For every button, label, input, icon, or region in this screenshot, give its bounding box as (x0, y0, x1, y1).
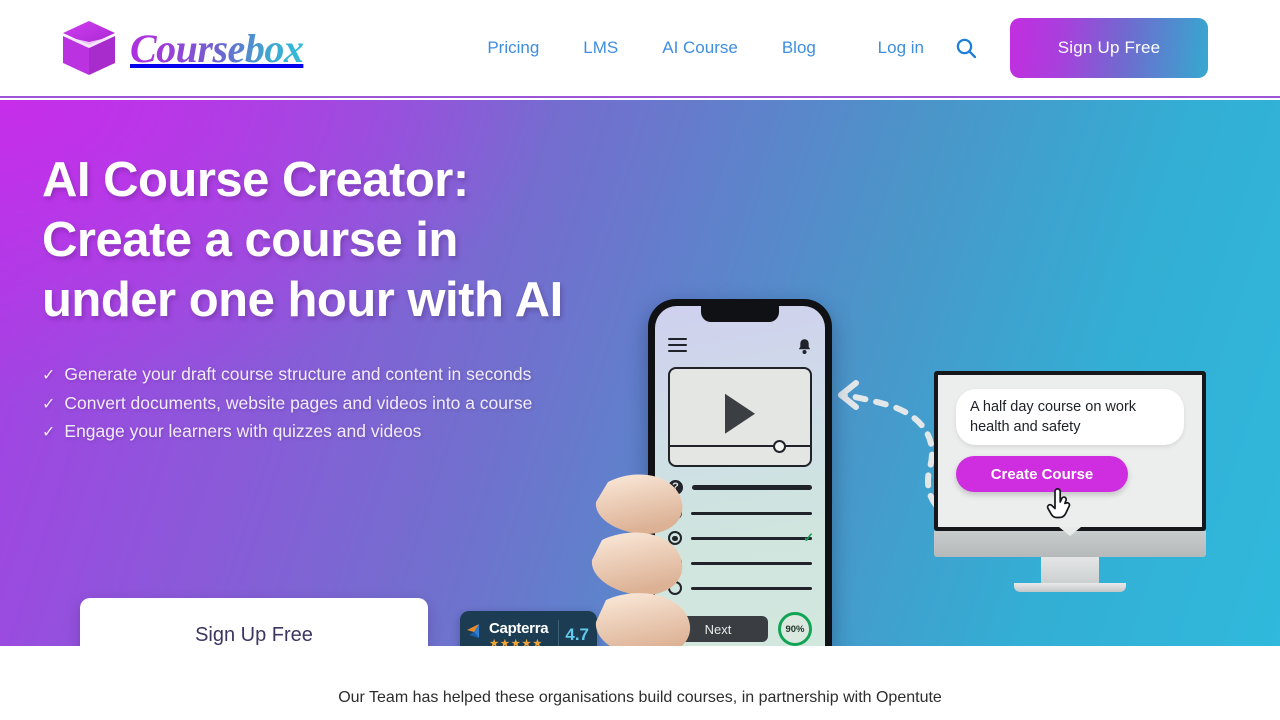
phone-notch (701, 306, 779, 322)
site-header: Coursebox Pricing LMS AI Course Blog Log… (0, 0, 1280, 98)
hero-copy: AI Course Creator: Create a course in un… (42, 150, 642, 447)
quiz-option-text-placeholder (691, 562, 812, 565)
nav-item-pricing[interactable]: Pricing (465, 38, 561, 58)
quiz-question-placeholder (692, 485, 812, 491)
radio-button-icon[interactable] (668, 556, 682, 571)
monitor-screen: A half day course on work health and saf… (934, 371, 1206, 531)
check-icon: ✓ (42, 367, 56, 384)
login-link[interactable]: Log in (856, 38, 946, 58)
capterra-rating-badge[interactable]: Capterra ★★★★★ 4.7 (460, 611, 597, 646)
phone-bottom-bar: Next 90% (668, 612, 812, 646)
radio-button-selected-icon[interactable] (668, 531, 682, 546)
capterra-logo-icon (467, 624, 479, 638)
create-course-button[interactable]: Create Course (956, 456, 1128, 492)
bell-notification-icon[interactable] (797, 338, 812, 355)
list-item: ✓ Convert documents, website pages and v… (42, 390, 642, 419)
hero-section: AI Course Creator: Create a course in un… (0, 100, 1280, 646)
check-icon: ✓ (42, 395, 56, 413)
monitor-stand-base (1014, 583, 1126, 592)
partners-strip: Our Team has helped these organisations … (0, 646, 1280, 720)
quiz-option-3[interactable] (668, 556, 812, 571)
header-actions: Log in Sign Up Free (856, 18, 1208, 78)
list-item-label: Generate your draft course structure and… (64, 364, 532, 384)
list-item: ✓ Generate your draft course structure a… (42, 361, 642, 390)
capterra-text-block: Capterra ★★★★★ (489, 621, 556, 647)
search-icon (956, 38, 977, 59)
quiz-option-1[interactable] (668, 506, 812, 521)
video-scrubber-track[interactable] (670, 444, 810, 448)
search-button[interactable] (946, 28, 986, 68)
check-icon: ✓ (42, 424, 56, 441)
star-rating-icon: ★★★★★ (489, 637, 544, 647)
nav-item-blog[interactable]: Blog (760, 38, 838, 58)
signup-free-header-button[interactable]: Sign Up Free (1010, 18, 1208, 78)
nav-item-ai-course[interactable]: AI Course (640, 38, 760, 58)
capterra-name: Capterra (489, 619, 549, 637)
logo-link[interactable]: Coursebox (58, 0, 307, 96)
quiz-option-text-placeholder (691, 512, 812, 515)
phone-screen: ? ✓ Next 90% (655, 306, 825, 646)
correct-answer-check-icon: ✓ (803, 530, 814, 546)
capterra-score: 4.7 (565, 625, 589, 644)
quiz-option-text-placeholder (691, 587, 812, 590)
monitor-bezel (934, 531, 1206, 557)
list-item-label: Engage your learners with quizzes and vi… (64, 421, 422, 441)
list-item-label: Convert documents, website pages and vid… (64, 392, 533, 413)
radio-button-icon[interactable] (668, 581, 682, 596)
progress-indicator: 90% (778, 612, 812, 646)
question-mark-icon: ? (668, 480, 683, 496)
course-prompt-input[interactable]: A half day course on work health and saf… (956, 389, 1184, 445)
quiz-question-row: ? (668, 480, 812, 496)
video-scrubber-knob[interactable] (773, 440, 786, 454)
capterra-divider (558, 620, 560, 646)
quiz-option-2[interactable]: ✓ (668, 530, 814, 546)
hero-cta-row: Sign Up Free Capterra ★★★★★ 4.7 (80, 598, 597, 646)
monitor-stand-neck (1041, 557, 1099, 583)
main-nav: Pricing LMS AI Course Blog (465, 38, 838, 58)
hamburger-menu-icon[interactable] (668, 338, 687, 355)
pointing-hand-cursor-icon (1046, 488, 1071, 519)
hero-feature-list: ✓ Generate your draft course structure a… (42, 361, 642, 447)
quiz-option-4[interactable] (668, 581, 812, 596)
video-player[interactable] (668, 367, 812, 468)
phone-mockup: ? ✓ Next 90% (648, 299, 832, 646)
desktop-monitor-mockup: A half day course on work health and saf… (934, 371, 1206, 592)
phone-topbar (668, 338, 812, 355)
list-item: ✓ Engage your learners with quizzes and … (42, 418, 642, 447)
play-button-icon[interactable] (725, 394, 755, 435)
next-button[interactable]: Next (668, 616, 768, 643)
radio-button-icon[interactable] (668, 506, 682, 521)
partners-caption: Our Team has helped these organisations … (338, 689, 942, 706)
signup-free-hero-button[interactable]: Sign Up Free (80, 598, 428, 646)
cube-box-icon (63, 21, 115, 75)
logo-wordmark: Coursebox (130, 25, 307, 72)
hero-title: AI Course Creator: Create a course in un… (42, 153, 563, 327)
quiz-option-text-placeholder (691, 537, 812, 540)
nav-item-lms[interactable]: LMS (561, 38, 640, 58)
